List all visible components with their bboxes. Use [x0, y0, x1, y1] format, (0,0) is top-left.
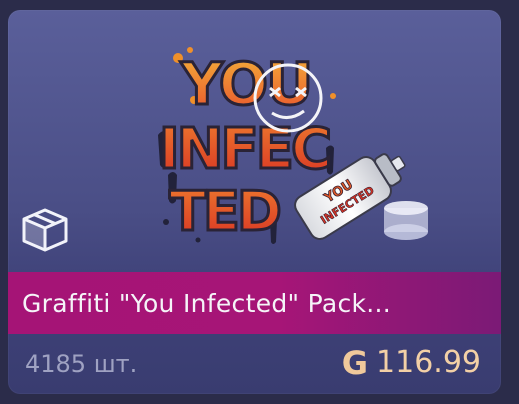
svg-text:YOU: YOU [180, 50, 311, 118]
item-footer: 4185 шт. G 116.99 [8, 334, 501, 394]
price-value: 116.99 [376, 345, 481, 380]
screen-background: YOU INFEC TED YOU INFECTED Graffiti "You… [0, 0, 519, 404]
item-title-bar: Graffiti "You Infected" Pack... [8, 272, 501, 334]
box-icon [22, 208, 68, 252]
svg-text:TED: TED [169, 180, 279, 243]
art-word-ted: TED [168, 179, 284, 245]
g-coin-icon: G [341, 344, 369, 382]
item-title[interactable]: Graffiti "You Infected" Pack... [22, 289, 391, 318]
graffiti-artwork: YOU INFEC TED YOU INFECTED [157, 47, 428, 245]
item-card[interactable]: YOU INFEC TED YOU INFECTED Graffiti "You… [8, 10, 501, 394]
stock-count: 4185 шт. [25, 350, 138, 378]
spray-can-cap [384, 201, 428, 240]
price-tag[interactable]: G 116.99 [342, 347, 481, 379]
art-word-you: YOU [178, 49, 314, 120]
